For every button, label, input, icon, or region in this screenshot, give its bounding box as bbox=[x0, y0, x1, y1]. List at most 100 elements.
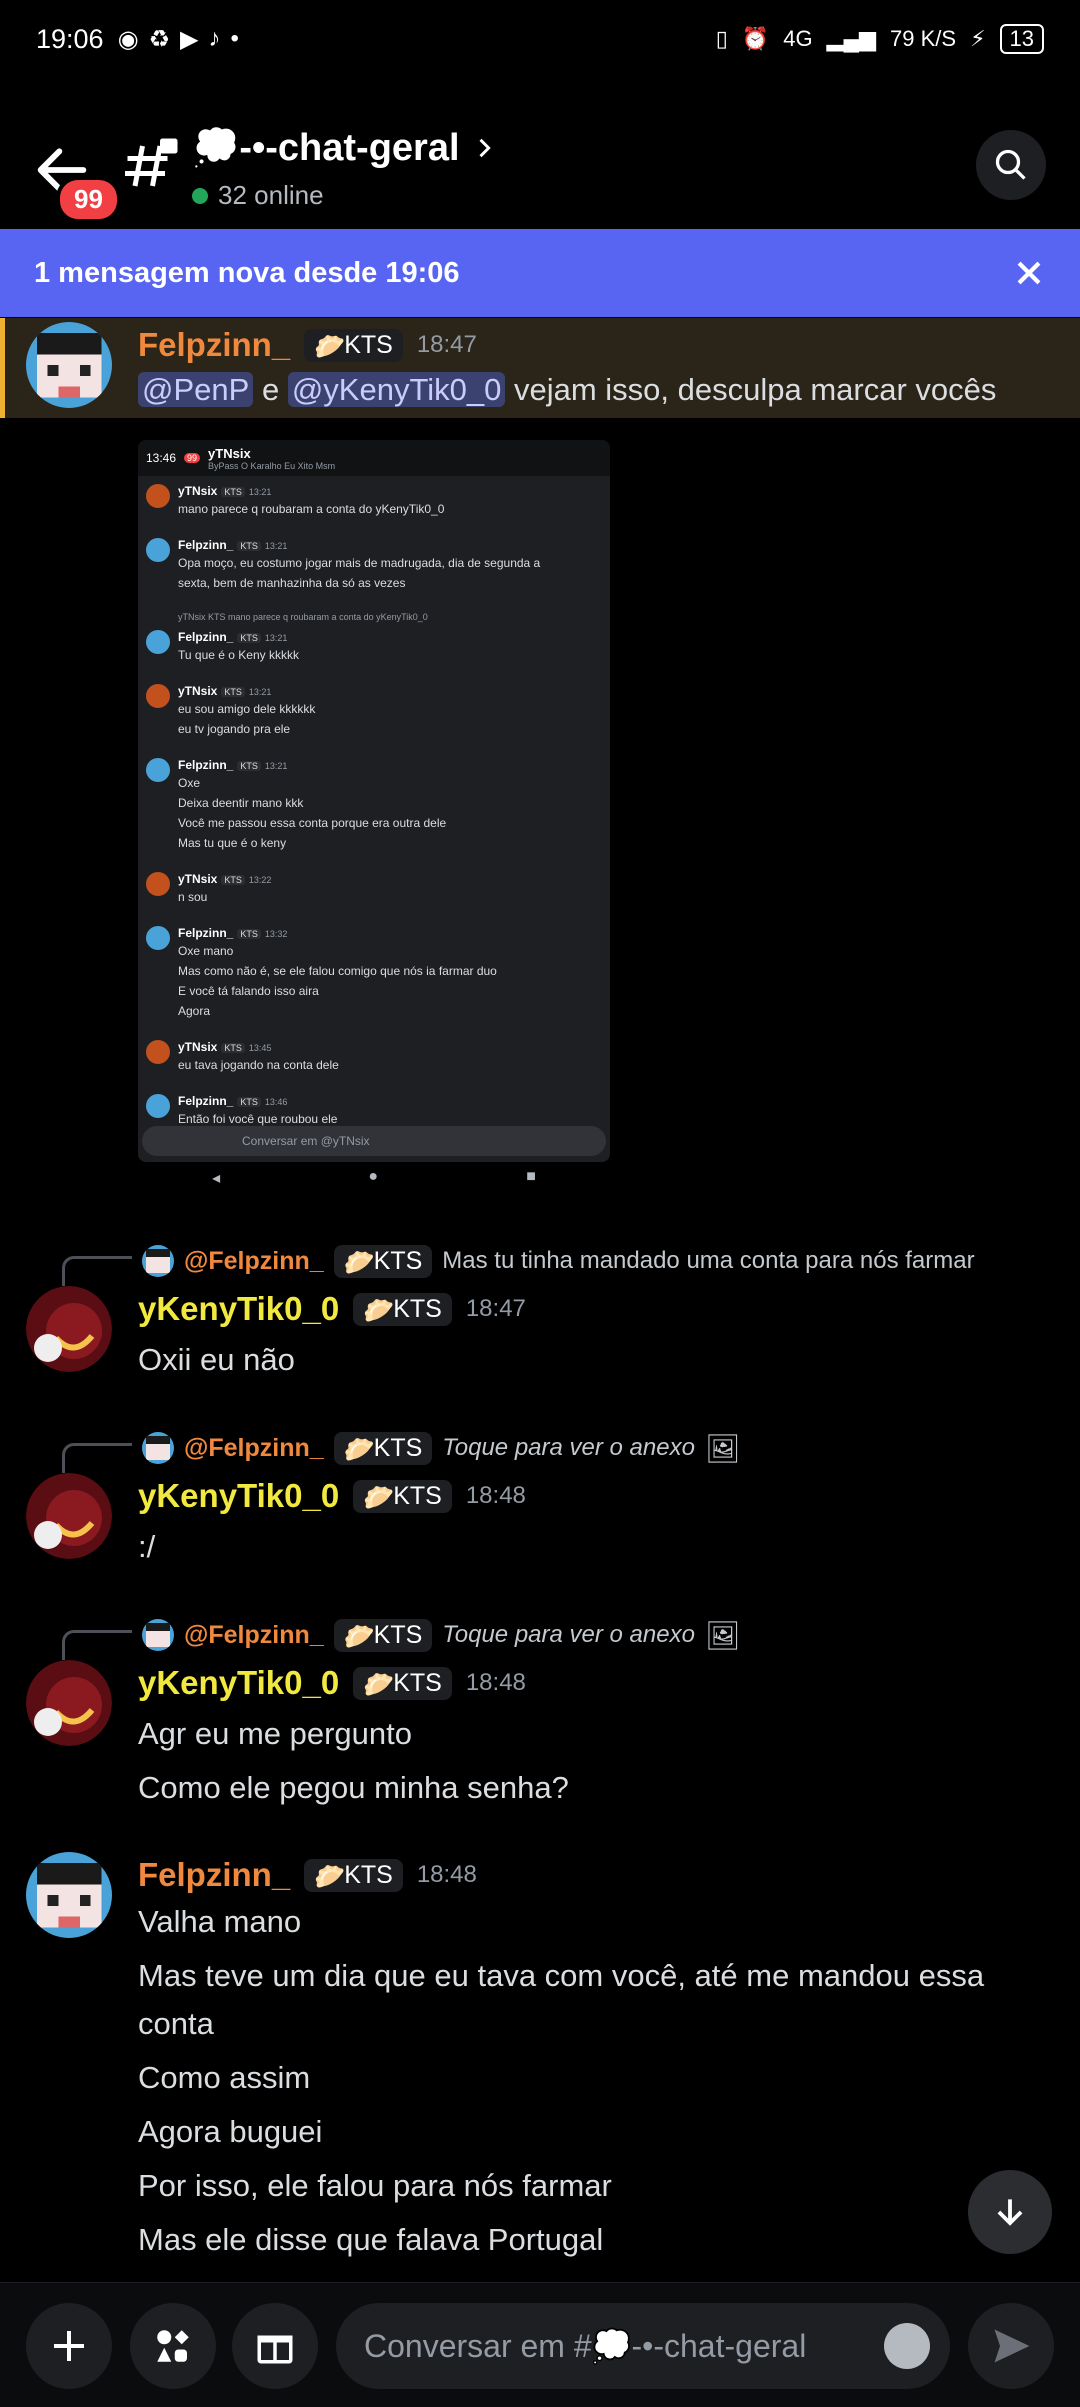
message-line: Mas ele disse que falava Portugal bbox=[138, 2222, 604, 2257]
jump-to-bottom-button[interactable] bbox=[968, 2170, 1052, 2254]
close-icon[interactable] bbox=[1012, 256, 1046, 290]
chevron-right-icon bbox=[479, 138, 491, 158]
attachment-tag: KTS bbox=[237, 761, 261, 771]
attachment-line: mano parece q roubaram a conta do yKenyT… bbox=[178, 502, 445, 516]
attachment-time: 13:21 bbox=[264, 761, 288, 771]
search-button[interactable] bbox=[976, 130, 1046, 200]
attachment-avatar bbox=[146, 630, 170, 654]
banner-text: 1 mensagem nova desde 19:06 bbox=[34, 256, 460, 289]
nav-back-icon: ◂ bbox=[212, 1170, 221, 1187]
attachment-tag: KTS bbox=[237, 929, 261, 939]
avatar[interactable] bbox=[26, 1473, 112, 1559]
attachment-author: yTNsix bbox=[178, 484, 218, 498]
battery-level: 13 bbox=[999, 24, 1044, 54]
notification-icons: ◉ ♻ ▶ ♪ • bbox=[118, 25, 239, 54]
gift-icon bbox=[257, 2335, 293, 2364]
add-button[interactable] bbox=[26, 2303, 112, 2389]
attachment-header: Felpzinn_ KTS 13:21 bbox=[178, 630, 287, 644]
reply-connector bbox=[62, 1256, 132, 1286]
author-name[interactable]: Felpzinn_ bbox=[138, 326, 290, 364]
reply-text: Toque para ver o anexo bbox=[442, 1621, 695, 1648]
send-button[interactable] bbox=[968, 2303, 1054, 2389]
emoji-icon[interactable] bbox=[884, 2323, 930, 2369]
attachment-tag: KTS bbox=[221, 687, 245, 697]
attachment-avatar bbox=[146, 538, 170, 562]
status-bar: 19:06 ◉ ♻ ▶ ♪ • ▯ ⏰ 4G ▂▄▆ 79 K/S ⚡ 13 bbox=[0, 0, 1080, 78]
message-line: Agr eu me pergunto bbox=[138, 1716, 413, 1751]
mention-penp[interactable]: @PenP bbox=[138, 372, 254, 407]
message-line: Valha mano bbox=[138, 1904, 302, 1939]
server-tag[interactable]: 🥟 KTS bbox=[353, 1292, 452, 1326]
server-tag[interactable]: 🥟 KTS bbox=[304, 1858, 403, 1892]
reply-author[interactable]: @Felpzinn_ bbox=[184, 1621, 324, 1650]
mention-ykeny[interactable]: @yKenyTik0_0 bbox=[287, 372, 506, 407]
author-name[interactable]: yKenyTik0_0 bbox=[138, 1290, 339, 1328]
timestamp: 18:47 bbox=[465, 1295, 526, 1322]
message-composer: Conversar em #💭-•-chat-geral bbox=[0, 2282, 1080, 2407]
attachment-tag: KTS bbox=[237, 1097, 261, 1107]
message-line: Oxii eu não bbox=[138, 1342, 295, 1377]
arrow-down-icon bbox=[997, 2199, 1023, 2226]
author-name[interactable]: yKenyTik0_0 bbox=[138, 1477, 339, 1515]
sync-icon: ♻ bbox=[148, 25, 171, 53]
reply-connector bbox=[62, 1443, 132, 1473]
timestamp: 18:47 bbox=[416, 331, 477, 358]
attachment-header: Felpzinn_ KTS 13:32 bbox=[178, 926, 287, 940]
channel-title[interactable]: 💭-•-chat-geral bbox=[192, 126, 498, 170]
server-tag[interactable]: 🥟 KTS bbox=[304, 328, 403, 362]
locked-channel-icon bbox=[125, 138, 178, 187]
attachment-author: yTNsix bbox=[178, 1040, 218, 1054]
avatar[interactable] bbox=[26, 322, 112, 408]
gift-button[interactable] bbox=[232, 2303, 318, 2389]
author-name[interactable]: Felpzinn_ bbox=[138, 1856, 290, 1894]
reply-author[interactable]: @Felpzinn_ bbox=[184, 1247, 324, 1276]
image-icon: 🖼 bbox=[704, 1432, 741, 1464]
attachment-author: Felpzinn_ bbox=[178, 538, 234, 552]
tag-emblem-icon: 🥟 bbox=[363, 1297, 395, 1325]
server-tag[interactable]: 🥟 KTS bbox=[353, 1479, 452, 1513]
attachment-line: eu sou amigo dele kkkkkk bbox=[178, 702, 316, 716]
attachment-tag: KTS bbox=[237, 541, 261, 551]
attachment-line: eu tv jogando pra ele bbox=[178, 722, 291, 736]
attachment-avatar bbox=[146, 1094, 170, 1118]
attachment-time: 13:32 bbox=[264, 929, 288, 939]
attachment-author: Felpzinn_ bbox=[178, 926, 234, 940]
image-attachment[interactable]: 13:46 99 yTNsix ByPass O Karalho Eu Xito… bbox=[138, 440, 610, 1162]
message-line: conta bbox=[138, 2006, 214, 2041]
attachment-line: Oxe mano bbox=[178, 944, 234, 958]
reply-avatar bbox=[142, 1245, 174, 1277]
reply-reference[interactable]: @Felpzinn_ 🥟 KTS Mas tu tinha mandado uma… bbox=[62, 1236, 975, 1286]
avatar[interactable] bbox=[26, 1852, 112, 1938]
apps-button[interactable] bbox=[130, 2303, 216, 2389]
speed-label: 79 K/S bbox=[890, 26, 957, 51]
reply-tag: 🥟 KTS bbox=[333, 1244, 433, 1278]
attachment-avatar bbox=[146, 872, 170, 896]
reply-reference[interactable]: @Felpzinn_ 🥟 KTS Toque para ver o anexo 🖼 bbox=[62, 1610, 740, 1660]
vibrate-icon: ▯ bbox=[715, 26, 728, 51]
avatar[interactable] bbox=[26, 1660, 112, 1746]
attachment-header: Felpzinn_ KTS 13:46 bbox=[178, 1094, 287, 1108]
new-messages-banner[interactable]: 1 mensagem nova desde 19:06 bbox=[0, 229, 1080, 317]
attachment-time: 13:21 bbox=[248, 487, 272, 497]
online-count: 32 online bbox=[192, 180, 324, 211]
attachment-header: yTNsix KTS 13:45 bbox=[178, 1040, 271, 1054]
message-input[interactable]: Conversar em #💭-•-chat-geral bbox=[336, 2303, 950, 2389]
tag-emblem-icon: 🥟 bbox=[343, 1436, 375, 1464]
server-tag[interactable]: 🥟 KTS bbox=[353, 1666, 452, 1700]
attachment-author: Felpzinn_ bbox=[178, 758, 234, 772]
search-icon bbox=[995, 149, 1026, 180]
attachment-time: 13:21 bbox=[248, 687, 272, 697]
reply-reference[interactable]: @Felpzinn_ 🥟 KTS Toque para ver o anexo 🖼 bbox=[62, 1423, 740, 1473]
attachment-tag: KTS bbox=[221, 875, 245, 885]
timestamp: 18:48 bbox=[465, 1482, 526, 1509]
message-line: Como assim bbox=[138, 2060, 311, 2095]
avatar[interactable] bbox=[26, 1286, 112, 1372]
reply-text: Toque para ver o anexo bbox=[442, 1434, 695, 1461]
author-name[interactable]: yKenyTik0_0 bbox=[138, 1664, 339, 1702]
reply-author[interactable]: @Felpzinn_ bbox=[184, 1434, 324, 1463]
attachment-author: yTNsix bbox=[178, 684, 218, 698]
attachment-time: 13:46 bbox=[264, 1097, 288, 1107]
attachment-header: yTNsix KTS 13:22 bbox=[178, 872, 271, 886]
reply-avatar bbox=[142, 1432, 174, 1464]
attachment-line: Você me passou essa conta porque era out… bbox=[178, 816, 447, 830]
